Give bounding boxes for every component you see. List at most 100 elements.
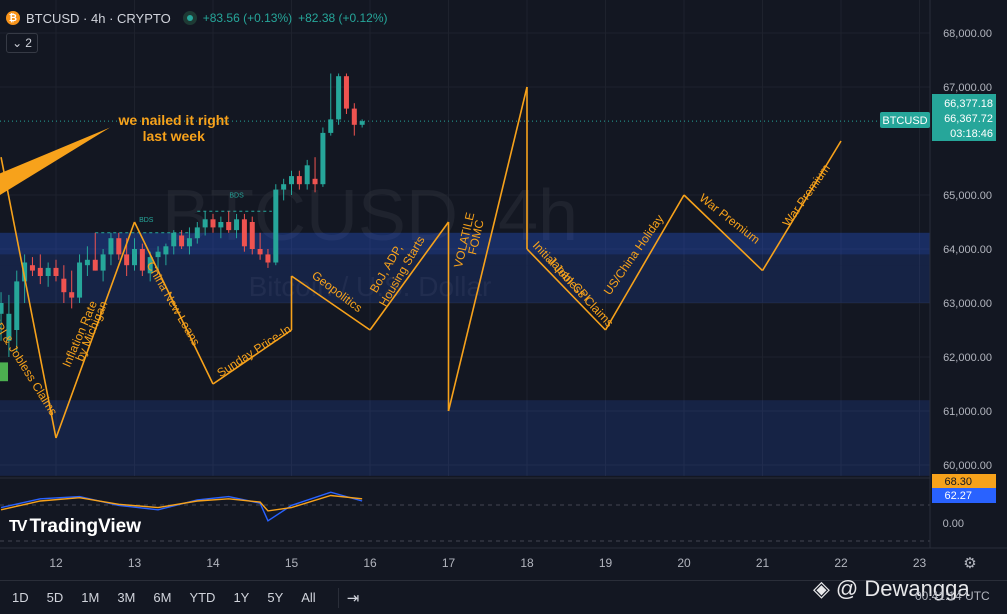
candle-body bbox=[69, 292, 75, 298]
candle-body bbox=[320, 132, 326, 185]
candle-body bbox=[304, 165, 310, 185]
binance-logo-icon: ◈ bbox=[813, 576, 830, 601]
time-tick-label: 13 bbox=[128, 556, 142, 570]
time-tick-label: 12 bbox=[49, 556, 63, 570]
price-tick-label: 61,000.00 bbox=[943, 406, 992, 418]
candle-body bbox=[273, 189, 279, 263]
time-tick-label: 21 bbox=[756, 556, 770, 570]
candle-body bbox=[218, 222, 224, 228]
time-tick-label: 16 bbox=[363, 556, 377, 570]
time-tick-label: 23 bbox=[913, 556, 927, 570]
candle-body bbox=[328, 119, 334, 133]
support-resistance-zone bbox=[0, 400, 930, 476]
candle-body bbox=[163, 246, 169, 255]
time-tick-label: 15 bbox=[285, 556, 299, 570]
candle-body bbox=[241, 219, 247, 247]
symbol-tag: BTCUSD bbox=[882, 115, 927, 127]
price-tick-label: 63,000.00 bbox=[943, 298, 992, 310]
candle-body bbox=[312, 178, 318, 185]
candle-body bbox=[45, 267, 51, 276]
candle-body bbox=[281, 184, 287, 190]
candle-body bbox=[359, 121, 365, 125]
candle-body bbox=[265, 254, 271, 263]
time-tick-label: 14 bbox=[206, 556, 220, 570]
range-ytd[interactable]: YTD bbox=[189, 590, 215, 605]
time-tick-label: 17 bbox=[442, 556, 456, 570]
time-tick-label: 22 bbox=[834, 556, 848, 570]
tradingview-logo-text: TradingView bbox=[29, 516, 142, 537]
price-tick-label: 60,000.00 bbox=[943, 460, 992, 472]
candle-body bbox=[210, 219, 216, 228]
candle-body bbox=[155, 251, 161, 258]
price-tick-label: 67,000.00 bbox=[943, 82, 992, 94]
bitcoin-icon: ₿ bbox=[6, 11, 20, 25]
candle-body bbox=[84, 259, 90, 266]
range-5y[interactable]: 5Y bbox=[267, 590, 283, 605]
candle-body bbox=[92, 259, 98, 271]
bds-label: BDS bbox=[229, 193, 244, 200]
symbol-title[interactable]: BTCUSD · 4h · CRYPTO bbox=[26, 11, 171, 26]
candle-body bbox=[139, 249, 145, 271]
candle-body bbox=[108, 238, 114, 255]
price-label: 66,367.72 bbox=[944, 113, 993, 125]
indicator-value-label: 68.30 bbox=[944, 476, 972, 488]
range-1y[interactable]: 1Y bbox=[233, 590, 249, 605]
support-resistance-zone bbox=[0, 265, 930, 303]
candle-body bbox=[202, 219, 208, 228]
highlight-marker bbox=[0, 362, 8, 382]
price-tick-label: 68,000.00 bbox=[943, 28, 992, 40]
candle-body bbox=[0, 303, 4, 314]
candle-body bbox=[194, 227, 200, 239]
divider bbox=[337, 587, 339, 608]
indicator-zero-label: 0.00 bbox=[943, 518, 964, 530]
candle-body bbox=[257, 249, 263, 255]
utc-clock[interactable]: 00:41:14 UTC bbox=[915, 589, 990, 603]
candle-body bbox=[100, 254, 106, 271]
candle-body bbox=[61, 278, 67, 293]
candle-body bbox=[37, 267, 43, 276]
range-1d[interactable]: 1D bbox=[12, 590, 29, 605]
bds-label: BDS bbox=[139, 217, 154, 224]
indicators-count: 2 bbox=[25, 36, 32, 50]
candle-body bbox=[77, 262, 83, 298]
price-tick-label: 62,000.00 bbox=[943, 352, 992, 364]
candle-body bbox=[14, 281, 20, 330]
candle-body bbox=[289, 176, 294, 185]
time-tick-label: 18 bbox=[520, 556, 534, 570]
annotation-label: we nailed it right bbox=[118, 112, 230, 128]
range-all[interactable]: All bbox=[301, 590, 315, 605]
range-3m[interactable]: 3M bbox=[117, 590, 135, 605]
candle-body bbox=[343, 76, 349, 109]
candle-body bbox=[226, 222, 232, 231]
candle-body bbox=[351, 108, 357, 125]
price-change-alt: +82.38 (+0.12%) bbox=[298, 11, 388, 25]
candle-body bbox=[336, 76, 342, 120]
tradingview-logo-icon: TV bbox=[9, 518, 28, 535]
symbol-header[interactable]: ₿ BTCUSD · 4h · CRYPTO +83.56 (+0.13%) +… bbox=[6, 8, 388, 28]
annotation-label: last week bbox=[143, 128, 205, 144]
time-tick-label: 20 bbox=[677, 556, 691, 570]
candle-body bbox=[296, 176, 302, 185]
candle-body bbox=[179, 235, 185, 247]
calendar-icon[interactable]: ⇥ bbox=[347, 589, 360, 607]
gear-icon[interactable]: ⚙ bbox=[963, 554, 976, 572]
candle-body bbox=[53, 267, 59, 276]
chart-canvas[interactable]: BTCUSD, 4hBitcoin / U.S. DollarBDSBDSwe … bbox=[0, 0, 1007, 613]
market-status-icon[interactable] bbox=[182, 11, 197, 25]
price-label: 66,377.18 bbox=[944, 98, 993, 110]
tradingview-logo: TV TradingView bbox=[9, 516, 141, 538]
candle-body bbox=[171, 232, 177, 247]
range-6m[interactable]: 6M bbox=[153, 590, 171, 605]
range-1m[interactable]: 1M bbox=[81, 590, 99, 605]
candle-body bbox=[124, 254, 130, 266]
candle-body bbox=[116, 238, 122, 255]
price-tick-label: 64,000.00 bbox=[943, 244, 992, 256]
candle-body bbox=[234, 219, 240, 231]
range-5d[interactable]: 5D bbox=[47, 590, 64, 605]
time-tick-label: 19 bbox=[599, 556, 613, 570]
countdown-label: 03:18:46 bbox=[950, 128, 993, 140]
candle-body bbox=[186, 238, 192, 247]
candle-body bbox=[249, 222, 255, 249]
indicators-collapse-button[interactable]: ⌄ 2 bbox=[6, 33, 38, 53]
chevron-down-icon: ⌄ bbox=[12, 36, 23, 50]
